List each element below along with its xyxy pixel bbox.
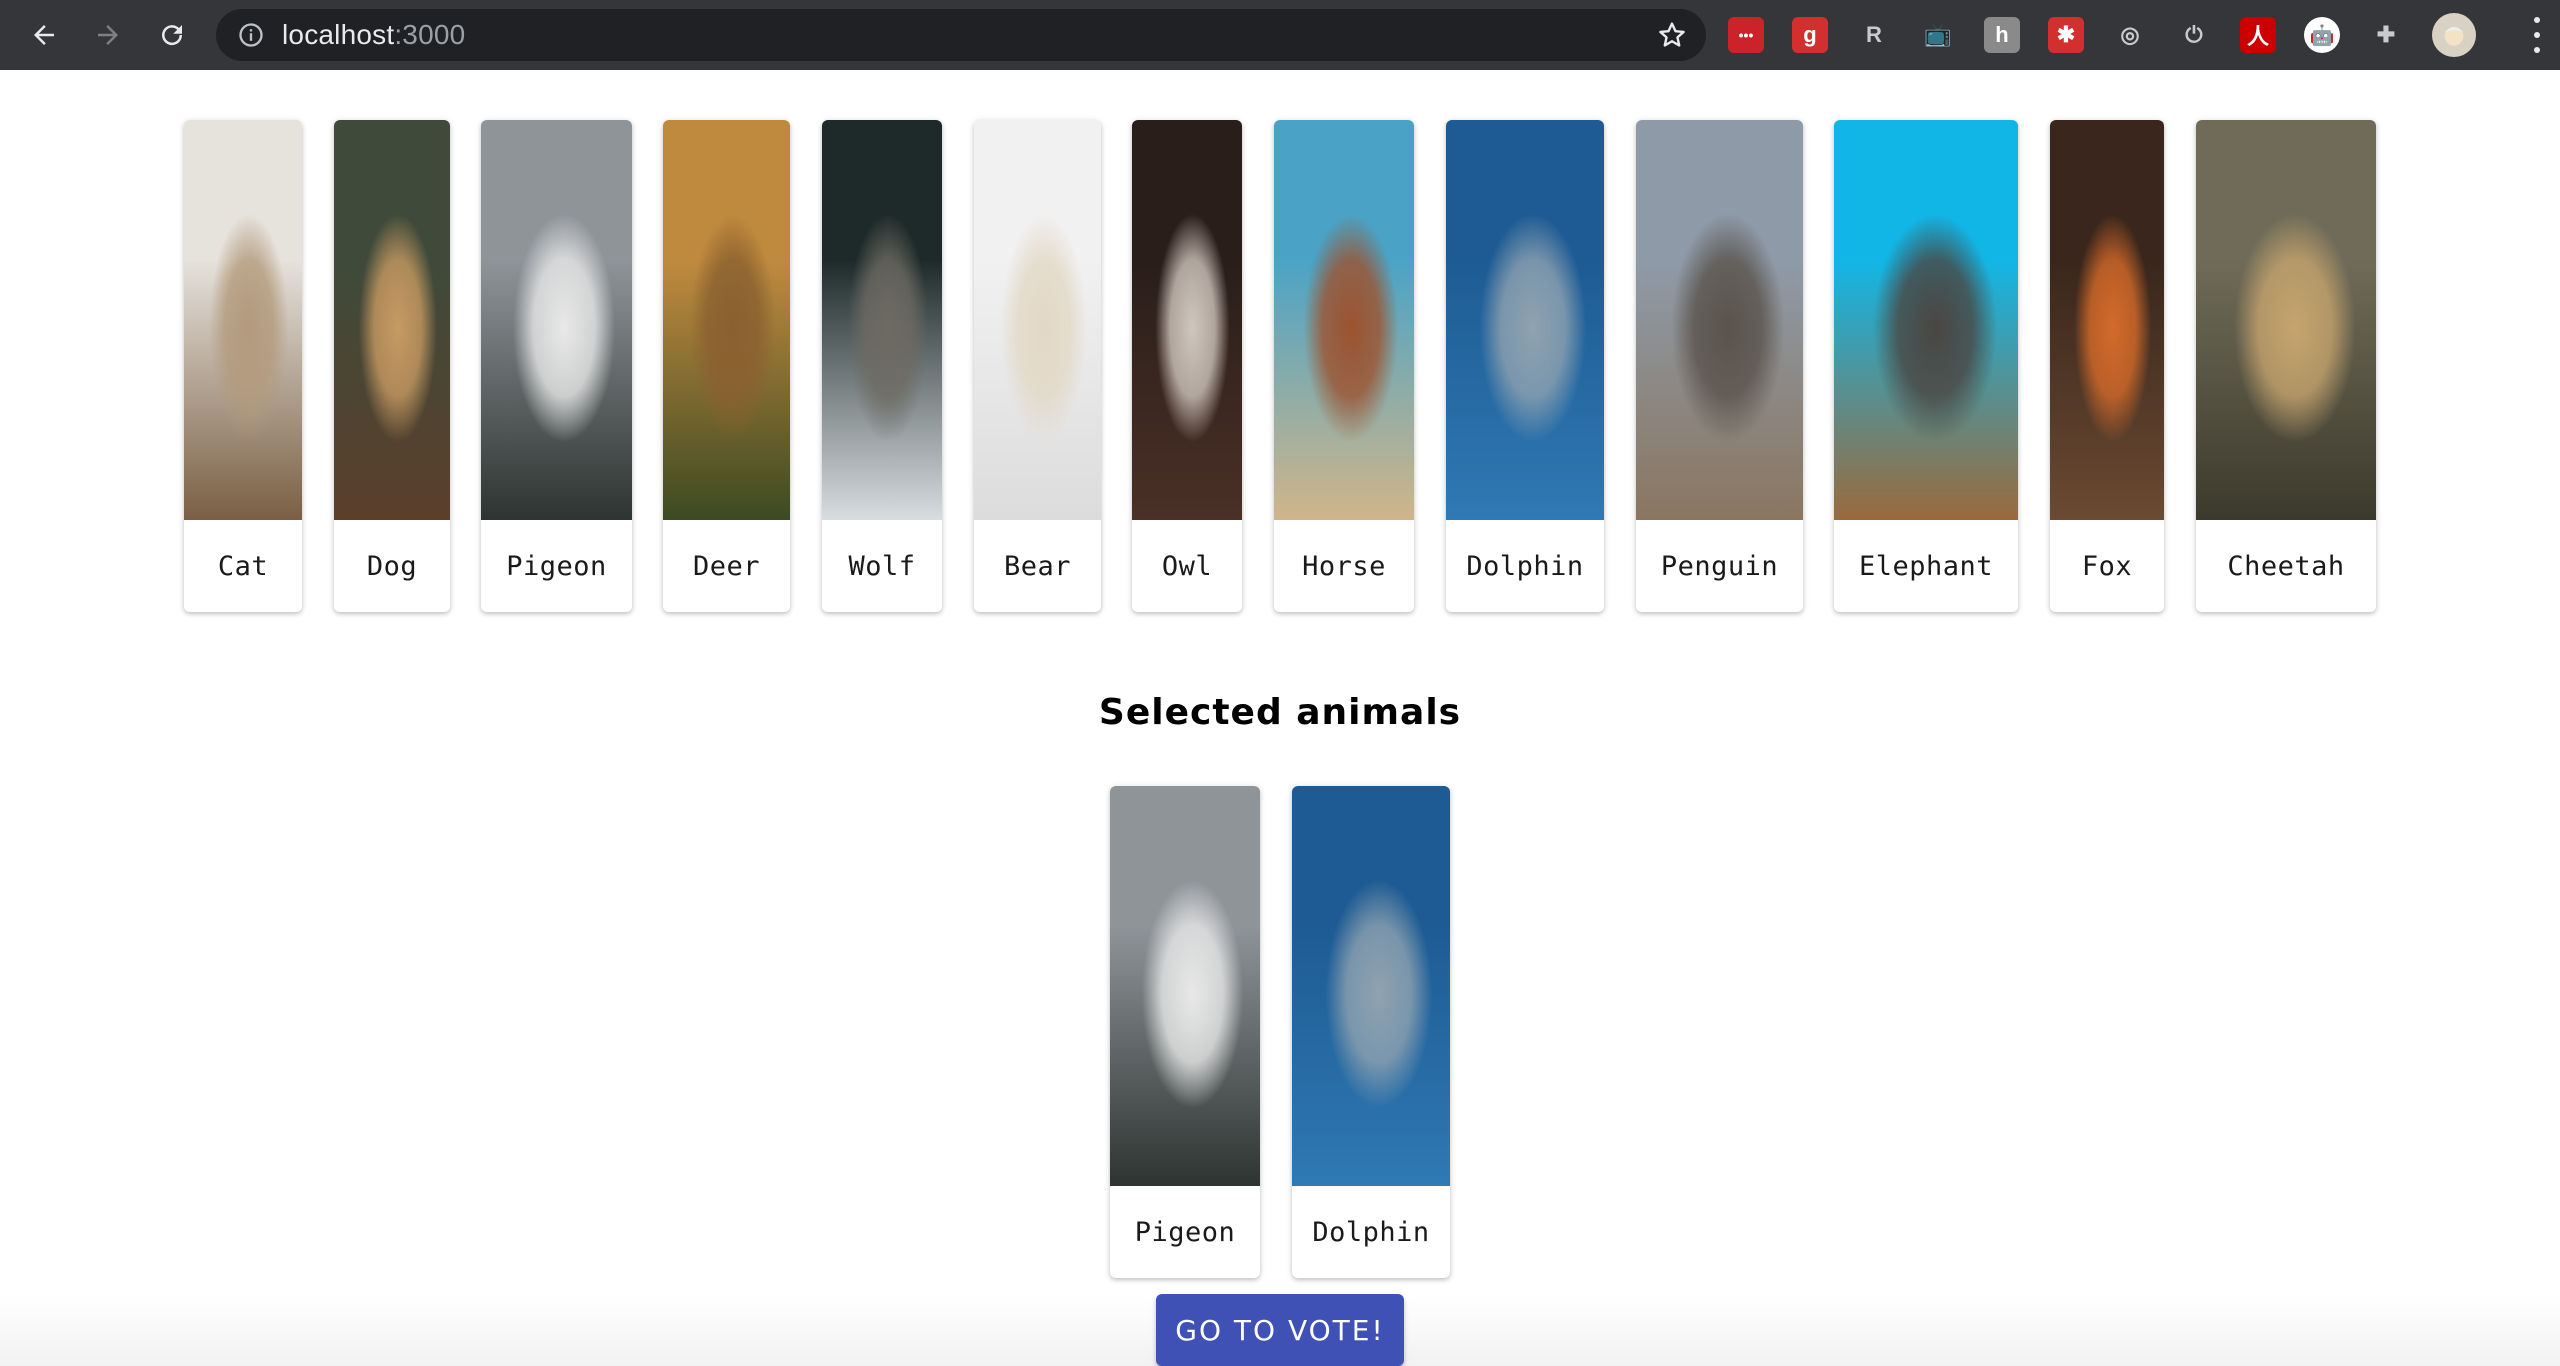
r-extension-icon[interactable]: R xyxy=(1856,17,1892,53)
profile-avatar-icon[interactable] xyxy=(2432,13,2476,57)
animal-label: Elephant xyxy=(1858,550,1994,582)
animal-label: Dog xyxy=(366,550,418,582)
animal-card-wolf[interactable]: Wolf xyxy=(822,120,942,612)
selected-animals-heading: Selected animals xyxy=(1098,692,1462,733)
animal-photo[interactable] xyxy=(184,120,302,520)
animal-label: Pigeon xyxy=(1134,1216,1236,1248)
animal-label: Pigeon xyxy=(506,550,607,582)
animal-photo[interactable] xyxy=(1636,120,1803,520)
tv-extension-icon[interactable]: 📺 xyxy=(1920,17,1956,53)
animal-label: Penguin xyxy=(1660,550,1779,582)
animal-photo[interactable] xyxy=(2050,120,2164,520)
animal-photo[interactable] xyxy=(1446,120,1604,520)
animal-photo[interactable] xyxy=(1132,120,1242,520)
animal-photo[interactable] xyxy=(663,120,790,520)
animal-label: Wolf xyxy=(848,550,916,582)
animal-label: Cat xyxy=(217,550,269,582)
back-arrow-icon[interactable] xyxy=(18,9,70,61)
animal-card-dolphin[interactable]: Dolphin xyxy=(1446,120,1604,612)
animal-photo[interactable] xyxy=(974,120,1101,520)
acrobat-extension-icon[interactable]: 人 xyxy=(2240,17,2276,53)
reload-icon[interactable] xyxy=(146,9,198,61)
animal-card-penguin[interactable]: Penguin xyxy=(1636,120,1803,612)
robot-extension-icon[interactable]: 🤖 xyxy=(2304,17,2340,53)
animal-card-fox[interactable]: Fox xyxy=(2050,120,2164,612)
animal-label: Horse xyxy=(1302,550,1386,582)
animal-photo[interactable] xyxy=(481,120,632,520)
power-extension-icon[interactable]: ⏻ xyxy=(2176,17,2212,53)
animal-photo[interactable] xyxy=(1834,120,2018,520)
animal-label: Dolphin xyxy=(1466,550,1584,582)
animal-photo[interactable] xyxy=(1292,786,1450,1186)
browser-menu-icon[interactable] xyxy=(2532,17,2542,53)
bug-extension-icon[interactable]: ✱ xyxy=(2048,17,2084,53)
animal-label: Owl xyxy=(1161,550,1213,582)
animal-label: Cheetah xyxy=(2227,550,2345,582)
animal-card-deer[interactable]: Deer xyxy=(663,120,790,612)
url-host: localhost xyxy=(282,19,395,50)
animal-card-dog[interactable]: Dog xyxy=(334,120,450,612)
browser-toolbar: localhost:3000 ••• g R 📺 h ✱ ◎ ⏻ 人 🤖 ✚ xyxy=(0,0,2560,70)
animal-photo[interactable] xyxy=(334,120,450,520)
animal-label: Bear xyxy=(1003,550,1072,582)
animal-photo[interactable] xyxy=(1274,120,1414,520)
animal-card-horse[interactable]: Horse xyxy=(1274,120,1414,612)
animal-label: Fox xyxy=(2081,550,2133,582)
animal-photo[interactable] xyxy=(2196,120,2376,520)
animal-card-owl[interactable]: Owl xyxy=(1132,120,1242,612)
info-icon[interactable] xyxy=(236,20,266,50)
animal-card-cat[interactable]: Cat xyxy=(184,120,302,612)
animal-card-pigeon[interactable]: Pigeon xyxy=(481,120,632,612)
target-extension-icon[interactable]: ◎ xyxy=(2112,17,2148,53)
grammar-extension-icon[interactable]: g xyxy=(1792,17,1828,53)
animal-label: Deer xyxy=(692,550,761,582)
animal-label: Dolphin xyxy=(1312,1216,1430,1248)
lastpass-extension-icon[interactable]: ••• xyxy=(1728,17,1764,53)
animal-photo[interactable] xyxy=(822,120,942,520)
forward-arrow-icon[interactable] xyxy=(82,9,134,61)
page-content: Cat Dog Pigeon Deer Wolf Bear Owl Horse Dolphin P… xyxy=(0,70,2560,1366)
h-extension-icon[interactable]: h xyxy=(1984,17,2020,53)
animal-card-dolphin[interactable]: Dolphin xyxy=(1292,786,1450,1278)
extension-toolbar: ••• g R 📺 h ✱ ◎ ⏻ 人 🤖 ✚ xyxy=(1728,9,2432,61)
animal-photo[interactable] xyxy=(1110,786,1260,1186)
address-bar[interactable]: localhost:3000 xyxy=(216,9,1706,61)
animal-card-bear[interactable]: Bear xyxy=(974,120,1101,612)
url-text: localhost:3000 xyxy=(282,19,465,51)
puzzle-extension-icon[interactable]: ✚ xyxy=(2368,17,2404,53)
animal-card-elephant[interactable]: Elephant xyxy=(1834,120,2018,612)
animal-card-cheetah[interactable]: Cheetah xyxy=(2196,120,2376,612)
url-port: :3000 xyxy=(394,19,466,50)
bookmark-star-icon[interactable] xyxy=(1656,19,1688,51)
animal-card-pigeon[interactable]: Pigeon xyxy=(1110,786,1260,1278)
go-to-vote-button[interactable]: GO TO VOTE! xyxy=(1156,1294,1404,1366)
